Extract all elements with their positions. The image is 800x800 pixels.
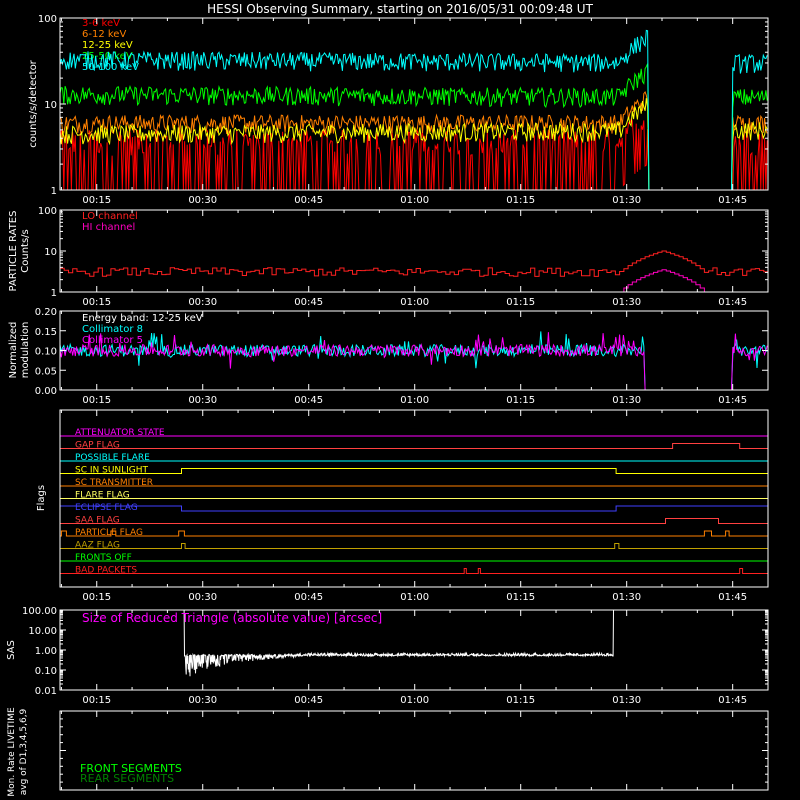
y-tick-label: 0.20 — [35, 307, 57, 318]
time-tick-label: 01:00 — [400, 297, 429, 308]
y-axis-label: Normalized — [8, 322, 19, 379]
time-tick-label: 00:15 — [82, 297, 111, 308]
time-tick-label: 01:45 — [718, 592, 747, 603]
flag-label: ECLIPSE FLAG — [75, 503, 138, 513]
time-tick-label: 00:30 — [188, 592, 217, 603]
legend-entry: LO channel — [82, 211, 138, 222]
time-tick-label: 00:30 — [188, 195, 217, 206]
y-tick-label: 0.01 — [35, 686, 57, 697]
y-axis-label: Counts/s — [20, 229, 31, 273]
y-tick-label: 1 — [51, 288, 57, 299]
time-tick-label: 01:45 — [718, 395, 747, 406]
time-tick-label: 00:45 — [294, 592, 323, 603]
time-tick-label: 01:30 — [612, 395, 641, 406]
time-tick-label: 01:00 — [400, 195, 429, 206]
y-axis-label: modulation — [20, 322, 31, 379]
y-tick-label: 100 — [38, 206, 57, 217]
time-tick-label: 00:45 — [294, 395, 323, 406]
time-tick-label: 01:30 — [612, 592, 641, 603]
time-tick-label: 00:45 — [294, 297, 323, 308]
flag-label: SC TRANSMITTER — [75, 478, 153, 488]
time-tick-label: 01:45 — [718, 195, 747, 206]
y-tick-label: 1 — [51, 186, 57, 197]
flag-label: PARTICLE FLAG — [75, 528, 143, 538]
time-tick-label: 01:00 — [400, 592, 429, 603]
time-tick-label: 01:45 — [718, 695, 747, 706]
time-tick-label: 01:15 — [506, 695, 535, 706]
legend-entry: 50-100 keV — [82, 62, 139, 73]
time-tick-label: 01:30 — [612, 195, 641, 206]
y-axis-label: Mon. Rate LIVETIME — [7, 707, 17, 797]
y-axis-label: Flags — [36, 485, 47, 511]
y-tick-label: 10 — [44, 100, 57, 111]
time-tick-label: 00:15 — [82, 592, 111, 603]
flag-label: AAZ FLAG — [75, 541, 120, 551]
flag-label: ATTENUATOR STATE — [75, 428, 165, 438]
summary-figure: HESSI Observing Summary, starting on 201… — [0, 0, 800, 800]
time-tick-label: 00:45 — [294, 195, 323, 206]
time-tick-label: 01:30 — [612, 297, 641, 308]
y-tick-label: 100.00 — [22, 606, 57, 617]
time-tick-label: 01:15 — [506, 297, 535, 308]
time-tick-label: 00:30 — [188, 297, 217, 308]
y-axis-label: SAS — [6, 640, 17, 660]
time-tick-label: 01:45 — [718, 297, 747, 308]
time-tick-label: 01:00 — [400, 695, 429, 706]
time-tick-label: 01:30 — [612, 695, 641, 706]
y-axis-label: counts/s/detector — [28, 59, 39, 147]
legend-entry: Collimator 8 — [82, 324, 143, 335]
y-tick-label: 100 — [38, 14, 57, 25]
legend-entry: 6-12 keV — [82, 29, 126, 40]
legend-entry: REAR SEGMENTS — [80, 772, 174, 785]
y-tick-label: 0.10 — [35, 666, 57, 677]
flag-label: GAP FLAG — [75, 441, 120, 451]
y-tick-label: 10 — [44, 247, 57, 258]
time-tick-label: 00:30 — [188, 395, 217, 406]
time-tick-label: 01:15 — [506, 195, 535, 206]
flag-label: BAD PACKETS — [75, 566, 137, 576]
flag-label: SAA FLAG — [75, 516, 120, 526]
time-tick-label: 00:45 — [294, 695, 323, 706]
sas-annotation: Size of Reduced Triangle (absolute value… — [82, 611, 382, 625]
energy-band-label: Energy band: 12-25 keV — [82, 313, 203, 324]
legend-entry: 12-25 keV — [82, 40, 133, 51]
legend-entry: HI channel — [82, 222, 135, 233]
time-tick-label: 00:30 — [188, 695, 217, 706]
y-tick-label: 0.05 — [35, 366, 57, 377]
time-tick-label: 01:00 — [400, 395, 429, 406]
flag-label: FLARE FLAG — [75, 491, 130, 501]
y-tick-label: 0.00 — [35, 386, 57, 397]
time-tick-label: 00:15 — [82, 695, 111, 706]
y-tick-label: 0.10 — [35, 347, 57, 358]
time-tick-label: 00:15 — [82, 395, 111, 406]
y-tick-label: 0.15 — [35, 327, 57, 338]
legend-entry: 3-6 keV — [82, 18, 120, 29]
figure-title: HESSI Observing Summary, starting on 201… — [207, 2, 593, 16]
time-tick-label: 00:15 — [82, 195, 111, 206]
time-tick-label: 01:15 — [506, 395, 535, 406]
flag-label: SC IN SUNLIGHT — [75, 466, 149, 476]
y-tick-label: 1.00 — [35, 646, 57, 657]
flag-label: FRONTS OFF — [75, 553, 132, 563]
y-axis-label: PARTICLE RATES — [8, 211, 19, 292]
flag-label: POSSIBLE FLARE — [75, 453, 150, 463]
time-tick-label: 01:15 — [506, 592, 535, 603]
legend-entry: Collimator 5 — [82, 335, 143, 346]
y-axis-label: avg of D1,3,4,5,6,9 — [19, 708, 29, 795]
y-tick-label: 10.00 — [28, 626, 57, 637]
